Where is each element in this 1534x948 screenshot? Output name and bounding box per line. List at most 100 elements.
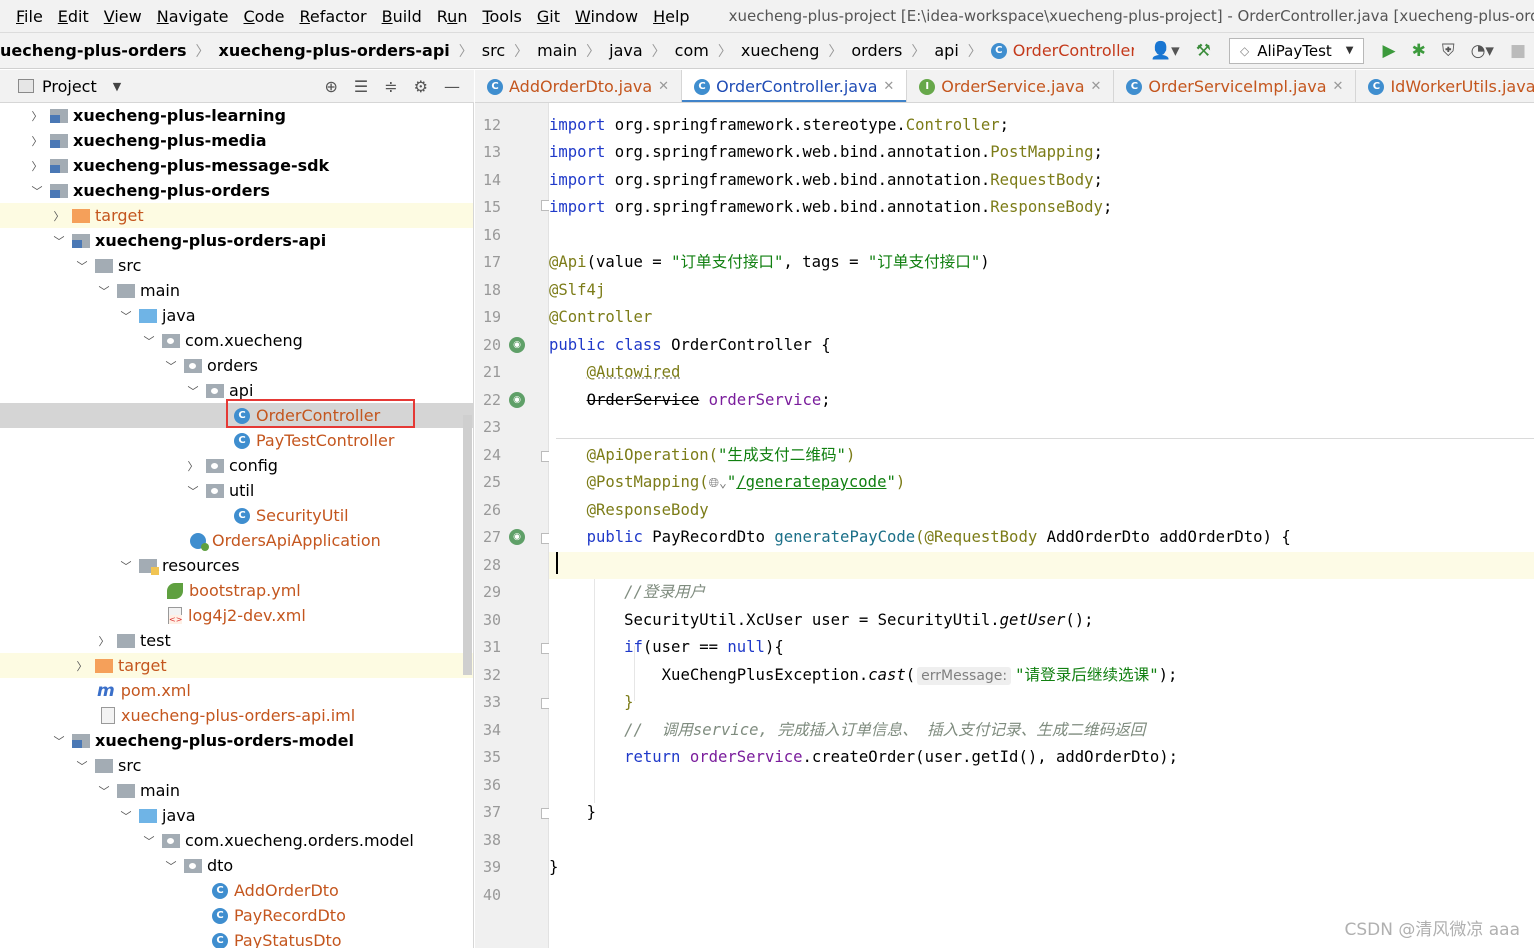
chevron-right-icon[interactable]: 〉 [186, 458, 200, 474]
menu-code[interactable]: Code [244, 7, 285, 26]
tree-item[interactable]: ﹀ xuecheng-plus-orders [0, 178, 473, 203]
menu-help[interactable]: Help [653, 7, 689, 26]
breadcrumb-api[interactable]: api [934, 41, 958, 60]
run-configuration-select[interactable]: ◇ AliPayTest ▼ [1228, 37, 1365, 64]
tree-item[interactable]: ﹀ main [0, 278, 473, 303]
hide-panel-icon[interactable]: — [444, 77, 460, 96]
tree-item[interactable]: ﹀ com.xuecheng [0, 328, 473, 353]
profile-icon[interactable]: ◔▾ [1471, 41, 1494, 61]
chevron-down-icon[interactable]: ﹀ [119, 808, 133, 824]
chevron-right-icon[interactable]: 〉 [97, 633, 111, 649]
tree-item[interactable]: 〉 target [0, 203, 473, 228]
chevron-right-icon[interactable]: 〉 [75, 658, 89, 674]
chevron-down-icon[interactable]: ﹀ [97, 283, 111, 299]
menu-build[interactable]: Build [382, 7, 422, 26]
locate-file-icon[interactable]: ⊕ [325, 77, 338, 96]
chevron-down-icon[interactable]: ﹀ [164, 358, 178, 374]
chevron-down-icon[interactable]: ﹀ [75, 258, 89, 274]
chevron-down-icon[interactable]: ﹀ [97, 783, 111, 799]
menu-git[interactable]: Git [537, 7, 560, 26]
tree-item[interactable]: 〉 xuecheng-plus-media [0, 128, 473, 153]
chevron-down-icon[interactable]: ﹀ [30, 183, 44, 199]
tree-item[interactable]: ﹀ util [0, 478, 473, 503]
chevron-down-icon[interactable]: ﹀ [119, 308, 133, 324]
menu-file[interactable]: File [16, 7, 43, 26]
tree-item[interactable]: C PayStatusDto [0, 928, 473, 948]
bean-gutter-icon[interactable]: ◉ [509, 337, 525, 353]
bean-gutter-icon[interactable]: ◉ [509, 392, 525, 408]
chevron-right-icon[interactable]: 〉 [30, 158, 44, 174]
tree-item[interactable]: ﹀ xuecheng-plus-orders-model [0, 728, 473, 753]
tree-item[interactable]: 〉 target [0, 653, 473, 678]
chevron-down-icon[interactable]: ﹀ [119, 558, 133, 574]
stop-icon[interactable]: ■ [1510, 41, 1526, 61]
tree-item[interactable]: ﹀ src [0, 753, 473, 778]
debug-icon[interactable]: ✱ [1412, 41, 1426, 61]
chevron-down-icon[interactable]: ﹀ [142, 333, 156, 349]
tree-item[interactable]: ﹀ xuecheng-plus-orders-api [0, 228, 473, 253]
tree-item[interactable]: bootstrap.yml [0, 578, 473, 603]
breadcrumb-xuecheng[interactable]: xuecheng [741, 41, 820, 60]
menu-window[interactable]: Window [575, 7, 638, 26]
close-icon[interactable]: ✕ [1333, 79, 1344, 94]
chevron-down-icon[interactable]: ﹀ [186, 483, 200, 499]
tree-item[interactable]: ﹀ dto [0, 853, 473, 878]
chevron-right-icon[interactable]: 〉 [30, 133, 44, 149]
gear-icon[interactable]: ⚙ [414, 77, 428, 96]
tree-item[interactable]: OrdersApiApplication [0, 528, 473, 553]
tree-item[interactable]: 〉 xuecheng-plus-learning [0, 103, 473, 128]
tree-item[interactable]: C SecurityUtil [0, 503, 473, 528]
menu-view[interactable]: View [104, 7, 142, 26]
tree-item[interactable]: log4j2-dev.xml [0, 603, 473, 628]
chevron-down-icon[interactable]: ﹀ [52, 733, 66, 749]
project-panel-title[interactable]: Project [42, 77, 97, 96]
chevron-down-icon[interactable]: ﹀ [52, 233, 66, 249]
tree-item[interactable]: ﹀ api [0, 378, 473, 403]
menu-tools[interactable]: Tools [482, 7, 521, 26]
code-editor[interactable]: import org.springframework.stereotype.Co… [549, 103, 1534, 948]
close-icon[interactable]: ✕ [658, 79, 669, 94]
tab-idworkerutils[interactable]: CIdWorkerUtils.java✕ [1356, 70, 1534, 102]
breadcrumb-main[interactable]: main [537, 41, 577, 60]
tree-item[interactable]: ﹀ orders [0, 353, 473, 378]
tab-orderservice[interactable]: I OrderService.java ✕ [907, 70, 1115, 102]
close-icon[interactable]: ✕ [883, 79, 894, 94]
tree-item[interactable]: ﹀ java [0, 803, 473, 828]
tree-item[interactable]: ﹀ java [0, 303, 473, 328]
tree-item[interactable]: 〉 xuecheng-plus-message-sdk [0, 153, 473, 178]
coverage-icon[interactable]: ⛨ [1442, 41, 1455, 61]
tree-item[interactable]: 〉 test [0, 628, 473, 653]
chevron-right-icon[interactable]: 〉 [52, 208, 66, 224]
editor-gutter[interactable]: 12 13 14 15 16 17 18 19 20 21 22 23 24 2… [475, 103, 550, 948]
expand-all-icon[interactable]: ☰ [354, 77, 368, 96]
menu-edit[interactable]: Edit [58, 7, 89, 26]
breadcrumb-submodule[interactable]: xuecheng-plus-orders-api [219, 41, 450, 60]
menu-refactor[interactable]: Refactor [299, 7, 366, 26]
tab-orderserviceimpl[interactable]: C OrderServiceImpl.java ✕ [1114, 70, 1357, 102]
tree-item[interactable]: m pom.xml [0, 678, 473, 703]
build-hammer-icon[interactable]: ⚒ [1196, 41, 1211, 61]
tree-item[interactable]: ﹀ main [0, 778, 473, 803]
tree-item[interactable]: ﹀ resources [0, 553, 473, 578]
tree-item[interactable]: ﹀ com.xuecheng.orders.model [0, 828, 473, 853]
chevron-down-icon[interactable]: ﹀ [164, 858, 178, 874]
tree-item[interactable]: 〉 config [0, 453, 473, 478]
chevron-down-icon[interactable]: ▼ [113, 80, 121, 93]
breadcrumb-src[interactable]: src [482, 41, 505, 60]
breadcrumb-module[interactable]: uecheng-plus-orders [0, 41, 187, 60]
breadcrumb-com[interactable]: com [675, 41, 709, 60]
breadcrumb-orders[interactable]: orders [851, 41, 902, 60]
tree-item[interactable]: ﹀ src [0, 253, 473, 278]
close-icon[interactable]: ✕ [1091, 79, 1102, 94]
menu-run[interactable]: Run [437, 7, 468, 26]
breadcrumb-class[interactable]: C OrderController [990, 41, 1137, 60]
chevron-right-icon[interactable]: 〉 [30, 108, 44, 124]
chevron-down-icon[interactable]: ﹀ [142, 833, 156, 849]
tab-addorderdto[interactable]: C AddOrderDto.java ✕ [475, 70, 683, 102]
tree-item[interactable]: C PayRecordDto [0, 903, 473, 928]
collapse-all-icon[interactable]: ≑ [384, 77, 397, 96]
tree-item[interactable]: C AddOrderDto [0, 878, 473, 903]
tree-item[interactable]: C PayTestController [0, 428, 473, 453]
tree-item[interactable]: xuecheng-plus-orders-api.iml [0, 703, 473, 728]
run-icon[interactable]: ▶ [1382, 41, 1395, 61]
